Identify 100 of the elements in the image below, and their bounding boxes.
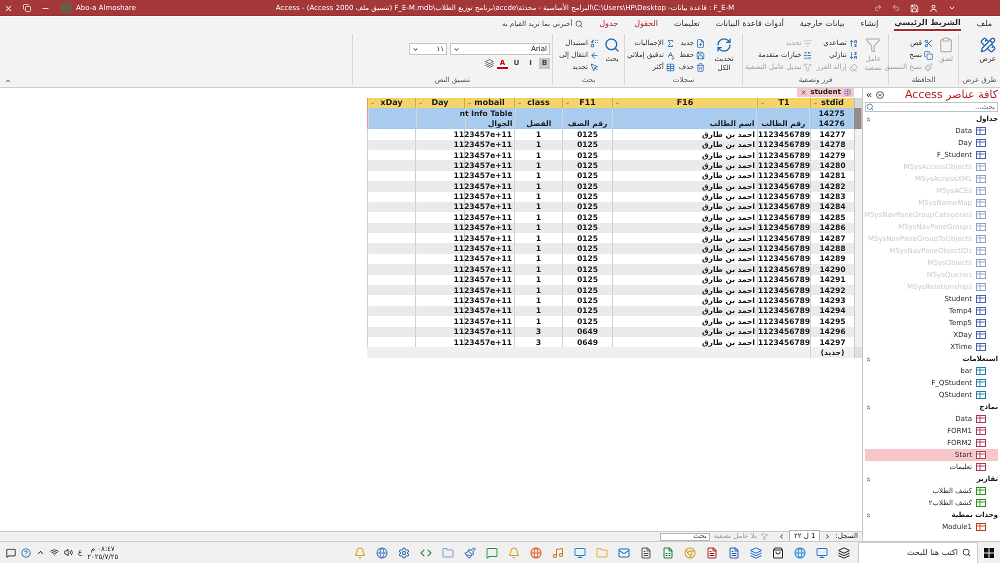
- ribbon-tab[interactable]: الحقول: [634, 17, 658, 31]
- sort-ascending-icon: [848, 38, 858, 48]
- volume-icon[interactable]: [64, 548, 73, 557]
- search-icon: [962, 548, 971, 557]
- gear-icon[interactable]: [398, 546, 410, 558]
- caret-icon: [453, 46, 460, 52]
- table-icon: [976, 283, 986, 291]
- shopping-bag-icon[interactable]: [772, 546, 784, 558]
- search-icon: [866, 103, 874, 111]
- caret-icon: [565, 100, 570, 106]
- form-icon: [976, 415, 986, 423]
- wifi-icon[interactable]: [50, 548, 59, 557]
- table-icon: [976, 331, 986, 339]
- collapse-group-icon[interactable]: [865, 356, 872, 362]
- filter-icon: [760, 533, 768, 540]
- redo-icon[interactable]: [874, 4, 882, 12]
- new-record-icon: [696, 38, 706, 48]
- form-icon: [976, 451, 986, 459]
- table-icon: [976, 319, 986, 327]
- caret-icon: [418, 100, 423, 106]
- spreadsheet-icon[interactable]: [662, 546, 674, 558]
- search-icon: [604, 37, 620, 53]
- collapse-group-icon[interactable]: [865, 116, 872, 122]
- mail-icon[interactable]: [618, 546, 630, 558]
- help-icon[interactable]: [21, 548, 31, 558]
- clipboard-icon: [938, 37, 954, 53]
- paint-icon[interactable]: [464, 546, 476, 558]
- funnel-icon: [803, 62, 812, 72]
- table-icon: [976, 127, 986, 135]
- collapse-group-icon[interactable]: [865, 512, 872, 518]
- form-icon: [976, 463, 986, 471]
- table-icon: [976, 199, 986, 207]
- dropdown-icon[interactable]: [876, 91, 884, 99]
- table-icon: [976, 139, 986, 147]
- ribbon-tab[interactable]: بيانات خارجية: [800, 17, 845, 31]
- delete-icon: [696, 62, 706, 72]
- first-record-icon[interactable]: [824, 533, 832, 540]
- caret-icon: [412, 46, 419, 52]
- globe-icon[interactable]: [376, 546, 388, 558]
- row-selector[interactable]: [853, 108, 861, 119]
- screen-icon[interactable]: [574, 546, 586, 558]
- next-record-icon[interactable]: [778, 533, 785, 540]
- document-icon[interactable]: [728, 546, 740, 558]
- caret-icon: [517, 100, 522, 106]
- select-all-cell[interactable]: [854, 98, 862, 108]
- folder-icon[interactable]: [596, 546, 608, 558]
- arrow-icon: [590, 50, 599, 60]
- ribbon-tab[interactable]: ملف: [976, 17, 992, 31]
- sigma-icon: [666, 38, 675, 48]
- ribbon-tab[interactable]: أدوات قاعدة البيانات: [716, 17, 784, 31]
- taskbar-search-field[interactable]: اكتب هنا للبحث: [865, 546, 958, 558]
- collapse-ribbon-icon[interactable]: [4, 77, 12, 85]
- chrome-icon[interactable]: [684, 546, 696, 558]
- taskbar-search-box[interactable]: اكتب هنا للبحث: [858, 542, 978, 563]
- collapse-group-icon[interactable]: [865, 476, 872, 482]
- table-icon: [976, 151, 986, 159]
- monitor-icon[interactable]: [816, 546, 828, 558]
- collapse-pane-icon[interactable]: [865, 91, 873, 99]
- code-icon[interactable]: [420, 546, 432, 558]
- browser-icon[interactable]: [794, 546, 806, 558]
- form-icon: [976, 427, 986, 435]
- table-icon: [976, 343, 986, 351]
- spell-check-icon: [666, 50, 675, 60]
- sliders-icon: [803, 50, 812, 60]
- nav-pane-title: كافة عناصر Access: [904, 86, 998, 103]
- ribbon-tab[interactable]: تعليمات: [674, 17, 700, 31]
- ribbon-tab[interactable]: إنشاء: [860, 17, 878, 31]
- music-icon[interactable]: [552, 546, 564, 558]
- tray-chevron-icon[interactable]: [36, 548, 45, 557]
- query-icon: [976, 379, 986, 387]
- replace-icon: [590, 38, 599, 48]
- table-icon: [976, 175, 986, 183]
- row-selector[interactable]: [853, 118, 861, 130]
- user-icon[interactable]: [929, 4, 938, 12]
- close-icon[interactable]: [800, 89, 808, 96]
- sort-descending-icon: [848, 50, 858, 60]
- undo-icon[interactable]: [892, 4, 900, 12]
- table-icon: [976, 235, 986, 243]
- save-icon: [696, 50, 706, 60]
- table-icon: [976, 187, 986, 195]
- report-icon: [976, 487, 986, 495]
- table-icon: [976, 295, 986, 303]
- ruler-pencil-icon: [980, 37, 996, 53]
- table-icon: [976, 259, 986, 267]
- collapse-group-icon[interactable]: [865, 404, 872, 410]
- avatar: [60, 2, 72, 14]
- refresh-icon: [716, 37, 732, 53]
- restore-icon[interactable]: [23, 4, 31, 12]
- module-icon: [976, 523, 986, 531]
- chat-icon[interactable]: [486, 546, 498, 558]
- eraser-icon: [848, 62, 858, 72]
- funnel-icon: [865, 37, 882, 53]
- notification-icon[interactable]: [6, 548, 16, 558]
- save-icon[interactable]: [910, 4, 919, 12]
- bell-icon[interactable]: [508, 546, 520, 558]
- pointer-icon: [590, 62, 599, 72]
- customize-icon[interactable]: [948, 4, 956, 12]
- ribbon-tab[interactable]: جدول: [599, 17, 618, 31]
- query-icon: [976, 391, 986, 399]
- file-icon[interactable]: [640, 546, 652, 558]
